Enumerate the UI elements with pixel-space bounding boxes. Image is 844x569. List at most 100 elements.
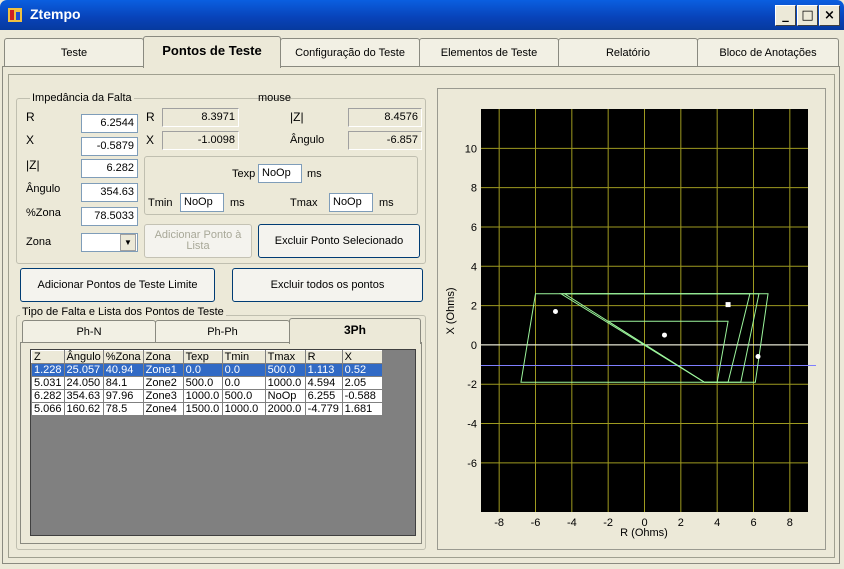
test-point-marker[interactable] xyxy=(755,354,761,360)
table-cell[interactable]: -4.779 xyxy=(304,402,343,416)
table-cell[interactable]: -0.588 xyxy=(341,389,383,403)
tab-relatorio[interactable]: Relatório xyxy=(558,38,698,66)
table-cell[interactable]: 24.050 xyxy=(63,376,104,390)
table-cell[interactable]: 0.0 xyxy=(221,363,266,377)
table-cell[interactable]: 6.255 xyxy=(304,389,343,403)
column-header[interactable]: Tmin xyxy=(221,350,266,364)
subtab-ph-ph[interactable]: Ph-Ph xyxy=(155,320,290,342)
table-row[interactable]: 5.031 24.050 84.1 Zone2 500.0 0.0 1000.0 4.594 2… xyxy=(31,376,383,390)
table-cell[interactable]: 5.066 xyxy=(31,402,65,416)
table-row[interactable]: 6.282 354.63 97.96 Zone3 1000.0 500.0 NoOp 6.25… xyxy=(31,389,383,403)
minimize-button[interactable]: _ xyxy=(775,5,796,26)
table-cell[interactable]: 2000.0 xyxy=(264,402,306,416)
tmin-label: Tmin xyxy=(148,197,173,209)
table-cell[interactable]: 40.94 xyxy=(102,363,144,377)
table-cell[interactable]: 160.62 xyxy=(63,402,104,416)
tmin-input[interactable]: NoOp xyxy=(180,193,224,212)
y-tick-label: -6 xyxy=(467,458,477,470)
fault-angle-input[interactable]: 354.63 xyxy=(81,183,138,202)
table-cell[interactable]: 1000.0 xyxy=(221,402,266,416)
table-cell[interactable]: 4.594 xyxy=(304,376,343,390)
table-cell[interactable]: Zone2 xyxy=(142,376,184,390)
fault-x-input[interactable]: -0.5879 xyxy=(81,137,138,156)
tab-teste[interactable]: Teste xyxy=(4,38,144,66)
column-header[interactable]: X xyxy=(341,350,383,364)
table-cell[interactable]: 25.057 xyxy=(63,363,104,377)
table-cell[interactable]: 0.0 xyxy=(182,363,223,377)
table-cell[interactable]: 354.63 xyxy=(63,389,104,403)
y-tick-label: -4 xyxy=(467,419,477,431)
y-axis-label: X (Ohms) xyxy=(445,287,457,334)
fault-zone-pct-input[interactable]: 78.5033 xyxy=(81,207,138,226)
delete-all-points-button[interactable]: Excluir todos os pontos xyxy=(232,268,423,302)
maximize-button[interactable]: □ xyxy=(797,5,818,26)
table-cell[interactable]: 0.52 xyxy=(341,363,383,377)
table-row[interactable]: 5.066 160.62 78.5 Zone4 1500.0 1000.0 2000.0 -4… xyxy=(31,402,383,416)
x-tick-label: -6 xyxy=(531,517,541,529)
column-header[interactable]: Texp xyxy=(182,350,223,364)
table-cell[interactable]: 1.228 xyxy=(31,363,65,377)
texp-unit: ms xyxy=(307,168,322,180)
column-header[interactable]: %Zona xyxy=(102,350,144,364)
mouse-r-value: 8.3971 xyxy=(162,108,239,127)
table-cell[interactable]: 78.5 xyxy=(102,402,144,416)
x-tick-label: -2 xyxy=(603,517,613,529)
table-cell[interactable]: Zone4 xyxy=(142,402,184,416)
tab-bloco-anotacoes[interactable]: Bloco de Anotações xyxy=(697,38,839,66)
points-grid[interactable]: Z Ângulo %Zona Zona Texp Tmin Tmax R X 1… xyxy=(31,350,383,416)
table-cell[interactable]: 6.282 xyxy=(31,389,65,403)
texp-input[interactable]: NoOp xyxy=(258,164,302,183)
table-cell[interactable]: 1000.0 xyxy=(182,389,223,403)
column-header[interactable]: Tmax xyxy=(264,350,306,364)
table-cell[interactable]: 84.1 xyxy=(102,376,144,390)
column-header[interactable]: R xyxy=(304,350,343,364)
table-cell[interactable]: 5.031 xyxy=(31,376,65,390)
chevron-down-icon[interactable]: ▼ xyxy=(120,234,136,251)
fault-z-label: |Z| xyxy=(26,158,40,172)
y-tick-label: 8 xyxy=(471,183,477,195)
window-title: Ztempo xyxy=(30,6,81,22)
fault-x-label: X xyxy=(26,133,35,147)
table-cell[interactable]: 1500.0 xyxy=(182,402,223,416)
tab-configuracao[interactable]: Configuração do Teste xyxy=(280,38,420,66)
delete-selected-point-button[interactable]: Excluir Ponto Selecionado xyxy=(258,224,420,258)
table-cell[interactable]: 1.681 xyxy=(341,402,383,416)
tab-elementos[interactable]: Elementos de Teste xyxy=(419,38,559,66)
tab-pontos-de-teste[interactable]: Pontos de Teste xyxy=(143,36,281,68)
y-tick-label: 2 xyxy=(471,301,477,313)
mouse-r-label: R xyxy=(146,110,155,124)
test-points-table[interactable]: Z Ângulo %Zona Zona Texp Tmin Tmax R X 1… xyxy=(30,349,416,536)
fault-r-input[interactable]: 6.2544 xyxy=(81,114,138,133)
test-point-marker[interactable] xyxy=(725,302,731,308)
table-cell[interactable]: Zone3 xyxy=(142,389,184,403)
x-tick-label: -8 xyxy=(494,517,504,529)
table-cell[interactable]: 1000.0 xyxy=(264,376,306,390)
table-cell[interactable]: Zone1 xyxy=(142,363,184,377)
column-header[interactable]: Ângulo xyxy=(63,350,104,364)
y-tick-label: 0 xyxy=(471,340,477,352)
title-bar[interactable] xyxy=(0,0,844,30)
table-cell[interactable]: NoOp xyxy=(264,389,306,403)
table-cell[interactable]: 97.96 xyxy=(102,389,144,403)
app-icon xyxy=(8,8,22,22)
table-cell[interactable]: 500.0 xyxy=(221,389,266,403)
impedance-chart[interactable]: -8 -6 -4 -2 0 2 4 6 8-6-4-20246810 R (Ohms) X (O… xyxy=(438,89,827,551)
fault-z-input[interactable]: 6.282 xyxy=(81,159,138,178)
add-point-button[interactable]: Adicionar Ponto à Lista xyxy=(144,224,252,258)
close-button[interactable]: × xyxy=(819,5,840,26)
tmax-input[interactable]: NoOp xyxy=(329,193,373,212)
test-point-marker[interactable] xyxy=(552,308,558,314)
column-header[interactable]: Zona xyxy=(142,350,184,364)
subtab-3ph[interactable]: 3Ph xyxy=(289,318,421,344)
add-limit-points-button[interactable]: Adicionar Pontos de Teste Limite xyxy=(20,268,215,302)
table-cell[interactable]: 500.0 xyxy=(182,376,223,390)
mouse-title: mouse xyxy=(258,92,292,104)
table-cell[interactable]: 500.0 xyxy=(264,363,306,377)
table-cell[interactable]: 2.05 xyxy=(341,376,383,390)
table-cell[interactable]: 1.113 xyxy=(304,363,343,377)
subtab-ph-n[interactable]: Ph-N xyxy=(22,320,156,342)
table-row[interactable]: 1.228 25.057 40.94 Zone1 0.0 0.0 500.0 1.113 0.5… xyxy=(31,363,383,377)
table-cell[interactable]: 0.0 xyxy=(221,376,266,390)
test-point-marker[interactable] xyxy=(661,332,667,338)
column-header[interactable]: Z xyxy=(31,350,65,364)
